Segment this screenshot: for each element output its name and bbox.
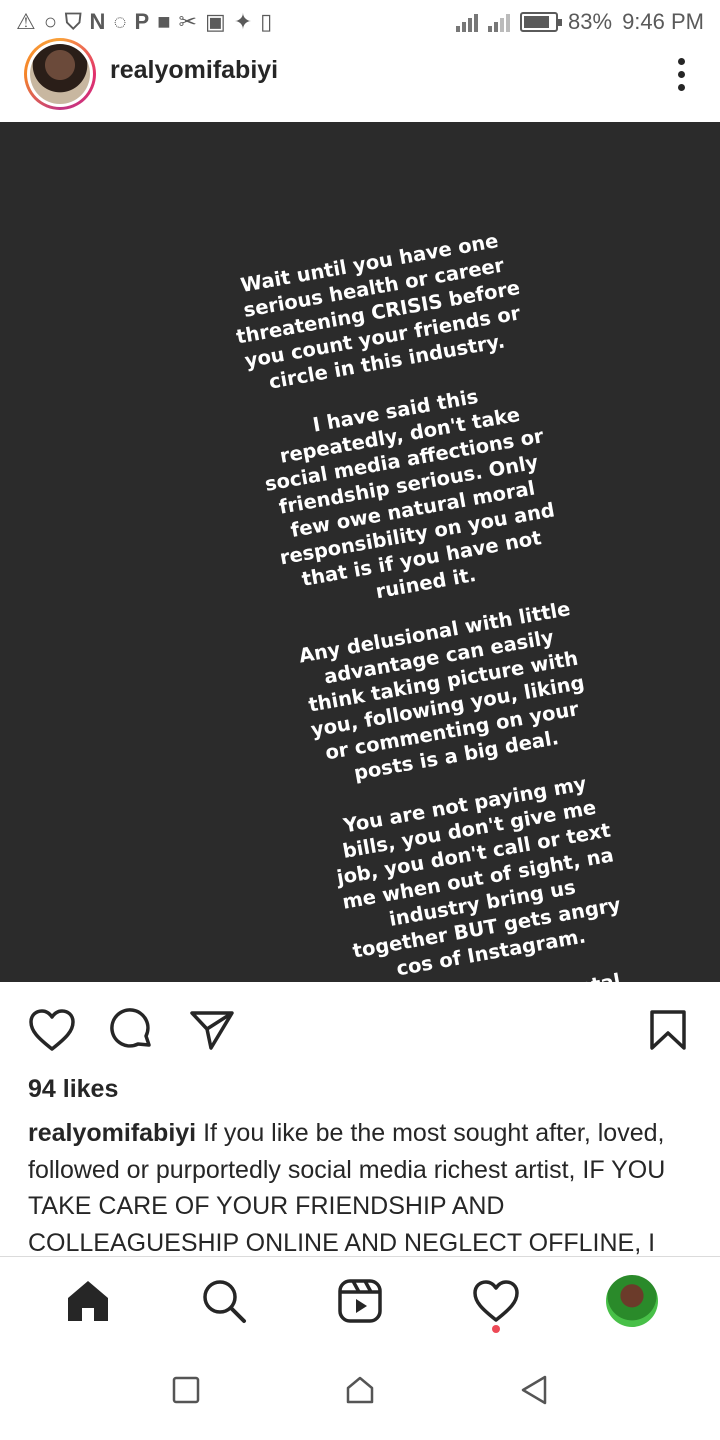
home-button[interactable]	[344, 1374, 376, 1411]
system-status: 83% 9:46 PM	[456, 9, 704, 35]
back-triangle-icon	[521, 1375, 546, 1404]
home-icon	[68, 1280, 108, 1321]
p-icon: P	[134, 9, 150, 34]
nav-profile[interactable]	[602, 1271, 662, 1331]
save-button[interactable]	[642, 1004, 694, 1056]
post-header: realyomifabiyi	[0, 38, 720, 122]
signal-icon	[456, 12, 479, 32]
heart-icon	[473, 1279, 519, 1322]
avatar[interactable]	[24, 38, 96, 110]
recents-button[interactable]	[171, 1375, 201, 1410]
story-paragraph: You are not paying my bills, you don't g…	[335, 772, 623, 981]
nav-activity[interactable]	[466, 1271, 526, 1333]
whatsapp-icon: ◌	[113, 9, 127, 34]
clock: 9:46 PM	[622, 9, 704, 34]
bottom-nav	[0, 1256, 720, 1344]
notification-dot	[492, 1324, 500, 1333]
story-paragraph: I have said this repeatedly, don't take …	[263, 384, 557, 604]
system-nav	[0, 1344, 720, 1440]
n-icon: N	[89, 9, 106, 34]
post-username[interactable]: realyomifabiyi	[110, 56, 278, 85]
send-icon	[190, 1011, 234, 1050]
square-icon	[173, 1376, 200, 1403]
scissors-icon: ✂	[178, 9, 197, 34]
more-options-button[interactable]	[666, 54, 696, 94]
house-icon	[346, 1376, 374, 1403]
caption-username[interactable]: realyomifabiyi	[28, 1119, 196, 1147]
signal-icon-2	[488, 12, 511, 32]
back-button[interactable]	[519, 1374, 549, 1411]
profile-avatar	[606, 1274, 658, 1327]
heart-icon	[29, 1009, 75, 1051]
search-icon	[203, 1279, 246, 1323]
bookmark-icon	[650, 1010, 686, 1050]
comment-icon	[110, 1008, 151, 1048]
nav-reels[interactable]	[330, 1271, 390, 1331]
warning-icon: ⚠	[16, 9, 36, 34]
caption: realyomifabiyi If you like be the most s…	[28, 1115, 698, 1255]
like-button[interactable]	[26, 1004, 78, 1056]
phone-icon: ▯	[260, 9, 273, 34]
battery-level	[524, 16, 550, 28]
status-bar: ⚠ ○ ⛉ N ◌ P ■ ✂ ▣ ✦ ▯ 83% 9:46 PM	[0, 0, 720, 44]
nav-search[interactable]	[194, 1271, 254, 1331]
dot-icon	[677, 83, 685, 91]
square-icon: ■	[157, 9, 171, 34]
nav-home[interactable]	[58, 1271, 118, 1331]
share-button[interactable]	[186, 1004, 238, 1056]
dot-icon	[677, 57, 685, 65]
story-text: Wait until you have one serious health o…	[190, 219, 696, 982]
shield-icon: ⛉	[65, 9, 82, 34]
battery-percent: 83%	[568, 9, 613, 34]
likes-count[interactable]: 94 likes	[28, 1075, 118, 1104]
image-icon: ▣	[204, 9, 226, 34]
reels-icon	[338, 1278, 382, 1323]
dot-icon	[677, 70, 685, 78]
comment-button[interactable]	[106, 1004, 158, 1056]
twitter-icon: ✦	[233, 9, 253, 34]
notification-icons: ⚠ ○ ⛉ N ◌ P ■ ✂ ▣ ✦ ▯	[16, 11, 272, 33]
chat-bubble-icon: ○	[43, 9, 58, 34]
story-paragraph: Any delusional with little advantage can…	[297, 597, 587, 785]
battery-icon	[520, 12, 563, 32]
post-image[interactable]: Wait until you have one serious health o…	[0, 122, 720, 982]
avatar-image	[30, 44, 90, 104]
post-actions	[0, 1000, 720, 1060]
